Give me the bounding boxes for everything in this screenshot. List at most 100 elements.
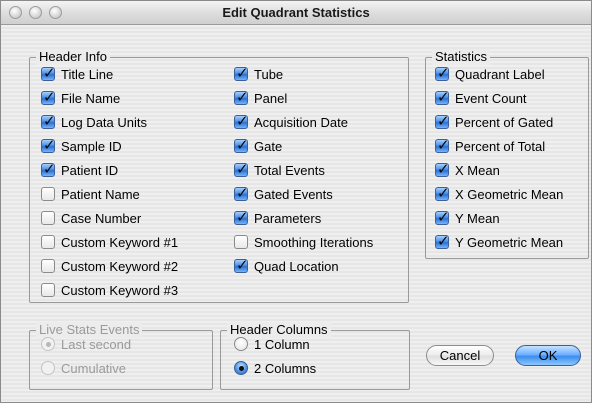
checkbox-label: Patient ID bbox=[61, 162, 119, 178]
checkbox-label: Custom Keyword #3 bbox=[61, 282, 179, 298]
header-info-option[interactable]: Log Data Units bbox=[41, 112, 147, 131]
checkbox-checked-icon[interactable] bbox=[41, 88, 56, 106]
statistics-option[interactable]: Quadrant Label bbox=[435, 64, 545, 83]
header-info-option[interactable]: Quad Location bbox=[234, 256, 339, 275]
checkbox-label: Panel bbox=[254, 90, 288, 106]
checkbox-label: Custom Keyword #1 bbox=[61, 234, 179, 250]
checkbox-checked-icon[interactable] bbox=[435, 208, 450, 226]
radio-label: Last second bbox=[61, 336, 132, 352]
header-info-option[interactable]: Parameters bbox=[234, 208, 322, 227]
checkbox-label: X Mean bbox=[455, 162, 500, 178]
checkbox-label: Parameters bbox=[254, 210, 322, 226]
statistics-option[interactable]: X Mean bbox=[435, 160, 500, 179]
header-info-option[interactable]: Sample ID bbox=[41, 136, 122, 155]
checkbox-label: Patient Name bbox=[61, 186, 140, 202]
checkbox-label: Gated Events bbox=[254, 186, 333, 202]
header-info-option[interactable]: Total Events bbox=[234, 160, 325, 179]
radio-selected-icon[interactable] bbox=[234, 361, 248, 375]
checkbox-label: Quadrant Label bbox=[455, 66, 545, 82]
checkbox-checked-icon[interactable] bbox=[435, 136, 450, 154]
checkbox-unchecked-icon[interactable] bbox=[234, 235, 248, 249]
checkbox-checked-icon[interactable] bbox=[234, 64, 249, 82]
checkbox-label: Title Line bbox=[61, 66, 114, 82]
checkbox-label: Y Geometric Mean bbox=[455, 234, 564, 250]
checkbox-label: Tube bbox=[254, 66, 284, 82]
radio-label: 2 Columns bbox=[254, 360, 317, 376]
header-info-option[interactable]: Smoothing Iterations bbox=[234, 233, 373, 251]
header-info-option[interactable]: Gate bbox=[234, 136, 283, 155]
checkbox-label: Smoothing Iterations bbox=[254, 234, 374, 250]
checkbox-checked-icon[interactable] bbox=[435, 232, 450, 250]
live-stats-radio: Cumulative bbox=[41, 359, 126, 377]
checkbox-label: Log Data Units bbox=[61, 114, 147, 130]
checkbox-label: Quad Location bbox=[254, 258, 339, 274]
statistics-option[interactable]: Y Geometric Mean bbox=[435, 232, 564, 251]
header-info-option[interactable]: Gated Events bbox=[234, 184, 333, 203]
statistics-group: Statistics bbox=[425, 49, 589, 259]
checkbox-unchecked-icon[interactable] bbox=[41, 187, 55, 201]
checkbox-checked-icon[interactable] bbox=[435, 160, 450, 178]
radio-selected-icon bbox=[41, 337, 55, 351]
header-info-option[interactable]: Custom Keyword #2 bbox=[41, 257, 178, 275]
checkbox-label: X Geometric Mean bbox=[455, 186, 564, 202]
checkbox-checked-icon[interactable] bbox=[41, 136, 56, 154]
header-info-option[interactable]: File Name bbox=[41, 88, 121, 107]
checkbox-checked-icon[interactable] bbox=[435, 184, 450, 202]
radio-label: 1 Column bbox=[254, 336, 310, 352]
checkbox-checked-icon[interactable] bbox=[234, 136, 249, 154]
cancel-button[interactable]: Cancel bbox=[426, 345, 494, 366]
header-info-option[interactable]: Patient Name bbox=[41, 185, 140, 203]
checkbox-checked-icon[interactable] bbox=[234, 160, 249, 178]
statistics-option[interactable]: Percent of Total bbox=[435, 136, 545, 155]
checkbox-label: Acquisition Date bbox=[254, 114, 348, 130]
checkbox-unchecked-icon[interactable] bbox=[41, 235, 55, 249]
header-columns-radio[interactable]: 2 Columns bbox=[234, 359, 316, 377]
dialog-window: Edit Quadrant Statistics Header Info Sta… bbox=[0, 0, 592, 403]
statistics-option[interactable]: Y Mean bbox=[435, 208, 500, 227]
radio-label: Cumulative bbox=[61, 360, 127, 376]
checkbox-checked-icon[interactable] bbox=[234, 256, 249, 274]
checkbox-unchecked-icon[interactable] bbox=[41, 283, 55, 297]
checkbox-checked-icon[interactable] bbox=[234, 112, 249, 130]
header-info-option[interactable]: Tube bbox=[234, 64, 284, 83]
checkbox-label: Gate bbox=[254, 138, 283, 154]
radio-unselected-icon[interactable] bbox=[234, 337, 248, 351]
checkbox-label: File Name bbox=[61, 90, 121, 106]
checkbox-label: Percent of Gated bbox=[455, 114, 554, 130]
header-info-option[interactable]: Case Number bbox=[41, 209, 141, 227]
checkbox-label: Case Number bbox=[61, 210, 142, 226]
ok-button[interactable]: OK bbox=[515, 345, 581, 366]
checkbox-checked-icon[interactable] bbox=[435, 64, 450, 82]
checkbox-label: Event Count bbox=[455, 90, 527, 106]
checkbox-checked-icon[interactable] bbox=[41, 64, 56, 82]
header-info-option[interactable]: Patient ID bbox=[41, 160, 119, 179]
header-info-legend: Header Info bbox=[36, 49, 110, 65]
checkbox-unchecked-icon[interactable] bbox=[41, 259, 55, 273]
statistics-legend: Statistics bbox=[432, 49, 491, 65]
window-title: Edit Quadrant Statistics bbox=[222, 5, 370, 20]
header-info-option[interactable]: Panel bbox=[234, 88, 288, 107]
checkbox-checked-icon[interactable] bbox=[234, 184, 249, 202]
live-stats-radio: Last second bbox=[41, 335, 131, 353]
checkbox-checked-icon[interactable] bbox=[41, 112, 56, 130]
statistics-option[interactable]: Event Count bbox=[435, 88, 527, 107]
checkbox-checked-icon[interactable] bbox=[234, 208, 249, 226]
checkbox-checked-icon[interactable] bbox=[41, 160, 56, 178]
header-info-option[interactable]: Custom Keyword #1 bbox=[41, 233, 178, 251]
checkbox-checked-icon[interactable] bbox=[234, 88, 249, 106]
header-info-option[interactable]: Acquisition Date bbox=[234, 112, 348, 131]
radio-unselected-icon bbox=[41, 361, 55, 375]
checkbox-checked-icon[interactable] bbox=[435, 112, 450, 130]
checkbox-label: Total Events bbox=[254, 162, 325, 178]
checkbox-unchecked-icon[interactable] bbox=[41, 211, 55, 225]
header-columns-radio[interactable]: 1 Column bbox=[234, 335, 310, 353]
checkbox-label: Sample ID bbox=[61, 138, 122, 154]
checkbox-checked-icon[interactable] bbox=[435, 88, 450, 106]
header-info-option[interactable]: Custom Keyword #3 bbox=[41, 281, 178, 299]
checkbox-label: Custom Keyword #2 bbox=[61, 258, 179, 274]
title-bar[interactable]: Edit Quadrant Statistics bbox=[1, 1, 591, 25]
header-info-option[interactable]: Title Line bbox=[41, 64, 114, 83]
checkbox-label: Y Mean bbox=[455, 210, 500, 226]
statistics-option[interactable]: X Geometric Mean bbox=[435, 184, 564, 203]
statistics-option[interactable]: Percent of Gated bbox=[435, 112, 554, 131]
